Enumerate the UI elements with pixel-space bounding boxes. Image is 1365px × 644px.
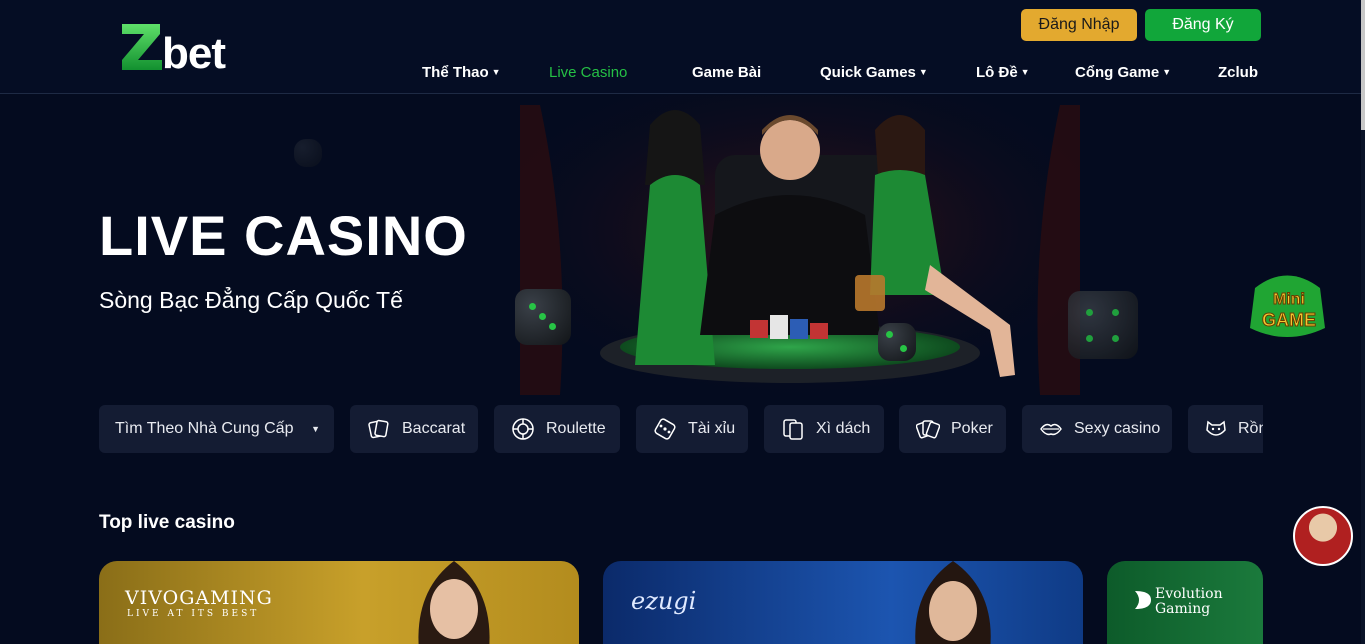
- zbet-logo[interactable]: bet: [120, 20, 260, 74]
- filter-label: Baccarat: [402, 420, 466, 437]
- filter-sexy-casino[interactable]: Sexy casino: [1022, 405, 1172, 453]
- provider-card-vivo[interactable]: VIVOGAMING LIVE AT ITS BEST: [99, 561, 579, 644]
- nav-label: Cổng Game: [1075, 63, 1160, 81]
- filter-label: Rồng: [1238, 420, 1263, 437]
- provider-dropdown[interactable]: Tìm Theo Nhà Cung Cấp ▼: [99, 405, 334, 453]
- nav-cong-game[interactable]: Cổng Game ▼: [1075, 62, 1171, 82]
- support-avatar[interactable]: [1293, 506, 1353, 566]
- provider-card-evolution[interactable]: Evolution Gaming: [1107, 561, 1263, 644]
- caret-down-icon: ▼: [918, 67, 928, 77]
- filter-tai-xiu[interactable]: Tài xỉu: [636, 405, 748, 453]
- filter-label: Sexy casino: [1074, 420, 1161, 437]
- minigame-label-2: GAME: [1262, 310, 1316, 330]
- hero-banner: LIVE CASINO Sòng Bạc Đẳng Cấp Quốc Tế: [0, 95, 1361, 405]
- nav-live-casino[interactable]: Live Casino: [549, 62, 627, 82]
- tiger-icon: [1204, 416, 1228, 442]
- vivo-tagline: LIVE AT ITS BEST: [127, 609, 260, 619]
- svg-text:bet: bet: [162, 29, 226, 74]
- dice-icon: [878, 323, 916, 361]
- provider-card-ezugi[interactable]: ezugi: [603, 561, 1083, 644]
- register-button[interactable]: Đăng Ký: [1145, 9, 1261, 41]
- dealer-portrait: [915, 561, 991, 644]
- dealer-portrait: [418, 561, 490, 644]
- cards-icon: [366, 416, 392, 442]
- minigame-label-1: Mini: [1273, 291, 1305, 308]
- caret-down-icon: ▼: [1162, 67, 1172, 77]
- filter-xi-dach[interactable]: Xì dách: [764, 405, 884, 453]
- minigame-widget[interactable]: Mini GAME: [1245, 268, 1330, 343]
- filter-rong[interactable]: Rồng: [1188, 405, 1263, 453]
- provider-label: Tìm Theo Nhà Cung Cấp: [115, 420, 294, 437]
- evo-line-2: Gaming: [1155, 601, 1211, 617]
- section-title: Top live casino: [99, 512, 235, 533]
- nav-zclub[interactable]: Zclub: [1218, 62, 1258, 82]
- nav-label: Lô Đề: [976, 63, 1018, 81]
- poker-icon: [915, 416, 941, 442]
- evolution-logo-icon: [1135, 591, 1151, 609]
- hero-subtitle: Sòng Bạc Đẳng Cấp Quốc Tế: [99, 287, 403, 313]
- dice-icon: [652, 416, 678, 442]
- filter-baccarat[interactable]: Baccarat: [350, 405, 478, 453]
- caret-down-icon: ▼: [491, 67, 501, 77]
- site-header: bet Đăng Nhập Đăng Ký Thể Thao ▼ Live Cas…: [0, 0, 1361, 94]
- filter-poker[interactable]: Poker: [899, 405, 1006, 453]
- login-button[interactable]: Đăng Nhập: [1021, 9, 1137, 41]
- nav-label: Zclub: [1218, 63, 1258, 81]
- caret-down-icon: ▼: [1020, 67, 1030, 77]
- page-scrollbar[interactable]: [1361, 0, 1365, 644]
- filter-label: Tài xỉu: [688, 420, 736, 437]
- ezugi-logo: ezugi: [631, 587, 697, 615]
- filter-label: Xì dách: [816, 420, 871, 437]
- casino-dealers-illustration: [520, 95, 1080, 395]
- evo-line-1: Evolution: [1155, 586, 1223, 602]
- lips-icon: [1038, 416, 1064, 442]
- dice-icon: [1068, 291, 1138, 359]
- nav-label: Game Bài: [692, 63, 762, 81]
- roulette-icon: [510, 416, 536, 442]
- filter-label: Roulette: [546, 420, 606, 437]
- dice-icon: [294, 139, 322, 167]
- hero-title: LIVE CASINO: [99, 204, 468, 267]
- nav-quick-games[interactable]: Quick Games ▼: [820, 62, 928, 82]
- filter-roulette[interactable]: Roulette: [494, 405, 620, 453]
- filter-label: Poker: [951, 420, 993, 437]
- vivo-logo: VIVOGAMING: [125, 587, 273, 609]
- scrollbar-thumb[interactable]: [1361, 0, 1365, 130]
- caret-down-icon: ▼: [311, 424, 320, 434]
- dice-icon: [515, 289, 571, 345]
- nav-label: Quick Games: [820, 63, 916, 81]
- nav-label: Thể Thao: [422, 63, 489, 81]
- nav-label: Live Casino: [549, 63, 628, 81]
- blackjack-icon: [780, 416, 806, 442]
- nav-game-bai[interactable]: Game Bài: [692, 62, 761, 82]
- nav-lo-de[interactable]: Lô Đề ▼: [976, 62, 1030, 82]
- nav-the-thao[interactable]: Thể Thao ▼: [422, 62, 501, 82]
